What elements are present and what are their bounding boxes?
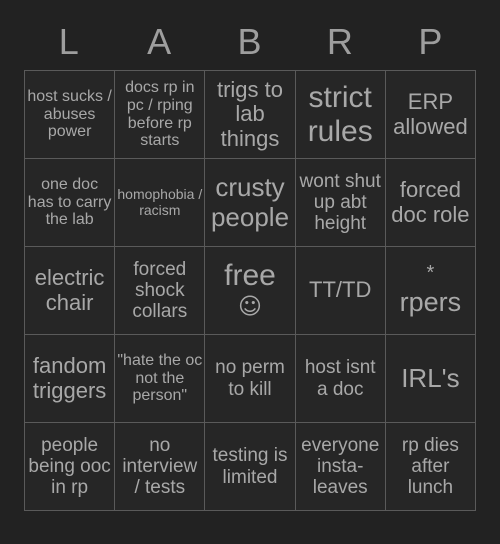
bingo-cell[interactable]: wont shut up abt height: [295, 159, 386, 247]
bingo-cell[interactable]: * rpers: [385, 247, 477, 335]
bingo-cell-label: docs rp in pc / rping before rp starts: [125, 78, 195, 150]
bingo-card: L A B R P host sucks / abuses power docs …: [24, 14, 477, 514]
bingo-cell[interactable]: TT/TD: [295, 247, 386, 335]
bingo-cell[interactable]: testing is limited: [205, 423, 296, 511]
bingo-row: fandom triggers "hate the oc not the pers…: [25, 335, 477, 423]
bingo-cell-label: one doc has to carry the lab: [27, 175, 112, 229]
bingo-cell[interactable]: crusty people: [205, 159, 296, 247]
bingo-cell-label: crusty people: [210, 172, 290, 232]
header-letter-1: L: [58, 21, 80, 62]
header-letter-3: B: [237, 21, 263, 62]
bingo-cell[interactable]: trigs to lab things: [205, 71, 296, 159]
header-letter-4: R: [326, 21, 354, 62]
bingo-cell[interactable]: "hate the oc not the person": [115, 335, 206, 423]
bingo-cell[interactable]: homophobia / racism: [115, 159, 206, 247]
bingo-cell-label: people being ooc in rp: [28, 434, 111, 499]
smiley-face-icon: ☺: [238, 293, 262, 320]
bingo-cell-label: testing is limited: [212, 445, 288, 488]
bingo-cell-label: no perm to kill: [215, 357, 285, 400]
bingo-cell[interactable]: people being ooc in rp: [25, 423, 116, 511]
bingo-cell[interactable]: strict rules: [295, 71, 386, 159]
bingo-header: L A B R P: [24, 14, 476, 70]
bingo-row: host sucks / abuses power docs rp in pc /…: [25, 71, 477, 159]
bingo-cell[interactable]: no perm to kill: [205, 335, 296, 423]
bingo-row: people being ooc in rp no interview / tes…: [25, 423, 477, 511]
bingo-cell[interactable]: forced doc role: [385, 159, 477, 247]
bingo-cell-label: "hate the oc not the person": [117, 351, 203, 405]
bingo-cell-label: rpers: [399, 287, 462, 318]
bingo-free-space[interactable]: free ☺: [205, 247, 296, 335]
bingo-cell[interactable]: forced shock collars: [115, 247, 206, 335]
bingo-row: one doc has to carry the lab homophobia /…: [25, 159, 477, 247]
bingo-cell-label: homophobia / racism: [117, 185, 203, 218]
bingo-cell[interactable]: rp dies after lunch: [385, 423, 477, 511]
bingo-cell-label: strict rules: [307, 80, 373, 148]
bingo-cell[interactable]: docs rp in pc / rping before rp starts: [115, 71, 206, 159]
bingo-cell-label: ERP allowed: [393, 88, 468, 139]
bingo-cell[interactable]: electric chair: [25, 247, 116, 335]
bingo-row: electric chair forced shock collars free ☺ T…: [25, 247, 477, 335]
bingo-cell[interactable]: IRL's: [385, 335, 477, 423]
asterisk-icon: *: [426, 262, 435, 285]
bingo-cell-label: trigs to lab things: [216, 76, 284, 151]
bingo-cell-label: no interview / tests: [122, 434, 198, 499]
bingo-cell[interactable]: one doc has to carry the lab: [25, 159, 116, 247]
bingo-cell-label: forced shock collars: [132, 258, 188, 323]
bingo-cell[interactable]: host isnt a doc: [295, 335, 386, 423]
bingo-cell-label: electric chair: [34, 264, 105, 315]
bingo-cell-label: TT/TD: [309, 277, 372, 303]
bingo-cell[interactable]: fandom triggers: [25, 335, 116, 423]
bingo-cell-label: fandom triggers: [32, 352, 107, 403]
bingo-cell[interactable]: ERP allowed: [385, 71, 477, 159]
header-letter-5: P: [418, 21, 444, 62]
bingo-cell-label: free: [224, 259, 276, 293]
bingo-cell-label: host isnt a doc: [304, 357, 376, 400]
bingo-cell[interactable]: everyone insta-leaves: [295, 423, 386, 511]
bingo-cell-label: forced doc role: [391, 176, 470, 227]
bingo-cell-label: IRL's: [401, 362, 460, 393]
bingo-cell-label: everyone insta-leaves: [301, 434, 380, 499]
bingo-cell-label: wont shut up abt height: [299, 170, 381, 235]
bingo-cell[interactable]: no interview / tests: [115, 423, 206, 511]
bingo-grid: host sucks / abuses power docs rp in pc /…: [24, 70, 477, 511]
bingo-cell[interactable]: host sucks / abuses power: [25, 71, 116, 159]
header-letter-2: A: [147, 21, 173, 62]
bingo-cell-label: host sucks / abuses power: [27, 87, 112, 141]
bingo-cell-label: rp dies after lunch: [401, 434, 459, 499]
